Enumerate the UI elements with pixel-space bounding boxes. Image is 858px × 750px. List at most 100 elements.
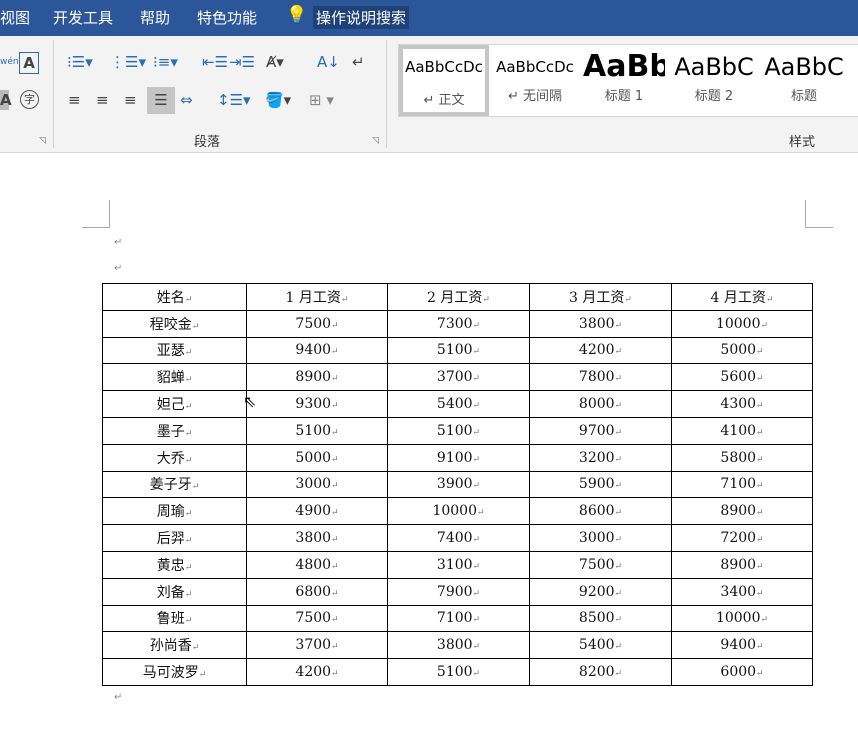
salary-cell[interactable]: 3000 <box>247 471 388 498</box>
salary-cell[interactable]: 8000 <box>530 391 672 418</box>
pinyin-guide-icon[interactable]: wén <box>0 52 19 72</box>
salary-cell[interactable]: 3700 <box>388 364 530 391</box>
numbering-icon[interactable]: ⋮☰▾ <box>110 52 146 72</box>
salary-cell[interactable]: 2 月工资 <box>388 284 530 311</box>
tell-me-search[interactable]: 操作说明搜索 <box>313 6 409 29</box>
salary-cell[interactable]: 5100 <box>247 417 388 444</box>
salary-cell[interactable]: 5100 <box>388 337 530 364</box>
salary-cell[interactable]: 7500 <box>530 551 672 578</box>
salary-cell[interactable]: 5800 <box>672 444 813 471</box>
salary-cell[interactable]: 7900 <box>388 578 530 605</box>
show-marks-icon[interactable]: ↵ <box>352 52 365 72</box>
multilevel-list-icon[interactable]: ⁝≡▾ <box>153 52 178 72</box>
salary-cell[interactable]: 7200 <box>672 525 813 552</box>
style-no-spacing[interactable]: AaBbCcDc↵ 无间隔 <box>491 45 579 116</box>
distributed-icon[interactable]: ⇔ <box>180 90 193 110</box>
menu-developer[interactable]: 开发工具 <box>53 7 113 28</box>
salary-cell[interactable]: 3800 <box>247 525 388 552</box>
align-center-icon[interactable]: ≡ <box>96 90 109 110</box>
align-right-icon[interactable]: ≡ <box>124 90 137 110</box>
salary-cell[interactable]: 8900 <box>247 364 388 391</box>
salary-cell[interactable]: 8200 <box>530 659 672 686</box>
salary-cell[interactable]: 8900 <box>672 551 813 578</box>
salary-cell[interactable]: 5400 <box>530 632 672 659</box>
salary-cell[interactable]: 3 月工资 <box>530 284 672 311</box>
paragraph-dialog-launcher-icon[interactable]: ◹ <box>372 136 379 146</box>
salary-cell[interactable]: 5100 <box>388 417 530 444</box>
salary-cell[interactable]: 4900 <box>247 498 388 525</box>
salary-cell[interactable]: 9700 <box>530 417 672 444</box>
borders-icon[interactable]: ⊞ ▾ <box>309 90 334 110</box>
salary-cell[interactable]: 9200 <box>530 578 672 605</box>
justify-icon[interactable]: ☰ <box>147 87 175 114</box>
salary-cell[interactable]: 7400 <box>388 525 530 552</box>
name-cell[interactable]: 姓名 <box>103 284 247 311</box>
salary-cell[interactable]: 7100 <box>672 471 813 498</box>
salary-cell[interactable]: 7800 <box>530 364 672 391</box>
name-cell[interactable]: 刘备 <box>103 578 247 605</box>
salary-cell[interactable]: 8900 <box>672 498 813 525</box>
salary-cell[interactable]: 3200 <box>530 444 672 471</box>
salary-cell[interactable]: 10000 <box>388 498 530 525</box>
salary-cell[interactable]: 5100 <box>388 659 530 686</box>
shading-icon[interactable]: 🪣▾ <box>265 90 291 110</box>
style-normal[interactable]: AaBbCcDc↵ 正文 <box>399 45 489 116</box>
menu-help[interactable]: 帮助 <box>140 7 170 28</box>
style-heading-1[interactable]: AaBb标题 1 <box>583 45 665 116</box>
salary-cell[interactable]: 6000 <box>672 659 813 686</box>
sort-icon[interactable]: A↓ <box>317 52 340 72</box>
salary-cell[interactable]: 3100 <box>388 551 530 578</box>
salary-cell[interactable]: 8600 <box>530 498 672 525</box>
salary-table[interactable]: 姓名1 月工资2 月工资3 月工资4 月工资程咬金750073003800100… <box>102 283 813 686</box>
menu-features[interactable]: 特色功能 <box>197 7 257 28</box>
salary-cell[interactable]: 5000 <box>247 444 388 471</box>
line-spacing-icon[interactable]: ↕☰▾ <box>217 90 251 110</box>
name-cell[interactable]: 程咬金 <box>103 310 247 337</box>
salary-cell[interactable]: 5600 <box>672 364 813 391</box>
salary-cell[interactable]: 5400 <box>388 391 530 418</box>
name-cell[interactable]: 大乔 <box>103 444 247 471</box>
salary-cell[interactable]: 10000 <box>672 605 813 632</box>
menu-view[interactable]: 视图 <box>0 7 30 28</box>
style-title[interactable]: AaBbC标题 <box>763 45 845 116</box>
salary-cell[interactable]: 10000 <box>672 310 813 337</box>
salary-cell[interactable]: 4800 <box>247 551 388 578</box>
salary-cell[interactable]: 3700 <box>247 632 388 659</box>
salary-cell[interactable]: 9400 <box>672 632 813 659</box>
salary-cell[interactable]: 7300 <box>388 310 530 337</box>
salary-cell[interactable]: 9400 <box>247 337 388 364</box>
salary-cell[interactable]: 7100 <box>388 605 530 632</box>
align-left-icon[interactable]: ≡ <box>68 90 81 110</box>
salary-cell[interactable]: 6800 <box>247 578 388 605</box>
font-dialog-launcher-icon[interactable]: ◹ <box>39 136 46 146</box>
style-heading-2[interactable]: AaBbC标题 2 <box>673 45 755 116</box>
name-cell[interactable]: 妲己 <box>103 391 247 418</box>
name-cell[interactable]: 貂蝉 <box>103 364 247 391</box>
chinese-layout-icon[interactable]: Ⱥ▾ <box>266 52 284 72</box>
salary-cell[interactable]: 9100 <box>388 444 530 471</box>
salary-cell[interactable]: 4100 <box>672 417 813 444</box>
salary-cell[interactable]: 3900 <box>388 471 530 498</box>
decrease-indent-icon[interactable]: ⇤☰ <box>202 52 228 72</box>
salary-cell[interactable]: 5900 <box>530 471 672 498</box>
name-cell[interactable]: 鲁班 <box>103 605 247 632</box>
bullets-icon[interactable]: ⁝☰▾ <box>67 52 93 72</box>
salary-cell[interactable]: 8500 <box>530 605 672 632</box>
name-cell[interactable]: 孙尚香 <box>103 632 247 659</box>
enclose-characters-icon[interactable]: 字 <box>20 90 39 109</box>
name-cell[interactable]: 黄忠 <box>103 551 247 578</box>
salary-cell[interactable]: 4200 <box>530 337 672 364</box>
character-border-icon[interactable]: A <box>19 52 39 74</box>
salary-cell[interactable]: 4300 <box>672 391 813 418</box>
salary-cell[interactable]: 5000 <box>672 337 813 364</box>
salary-cell[interactable]: 7500 <box>247 310 388 337</box>
salary-cell[interactable]: 3400 <box>672 578 813 605</box>
salary-cell[interactable]: 9300 <box>247 391 388 418</box>
name-cell[interactable]: 周瑜 <box>103 498 247 525</box>
name-cell[interactable]: 墨子 <box>103 417 247 444</box>
salary-cell[interactable]: 7500 <box>247 605 388 632</box>
salary-cell[interactable]: 3800 <box>530 310 672 337</box>
name-cell[interactable]: 马可波罗 <box>103 659 247 686</box>
name-cell[interactable]: 亚瑟 <box>103 337 247 364</box>
salary-cell[interactable]: 1 月工资 <box>247 284 388 311</box>
